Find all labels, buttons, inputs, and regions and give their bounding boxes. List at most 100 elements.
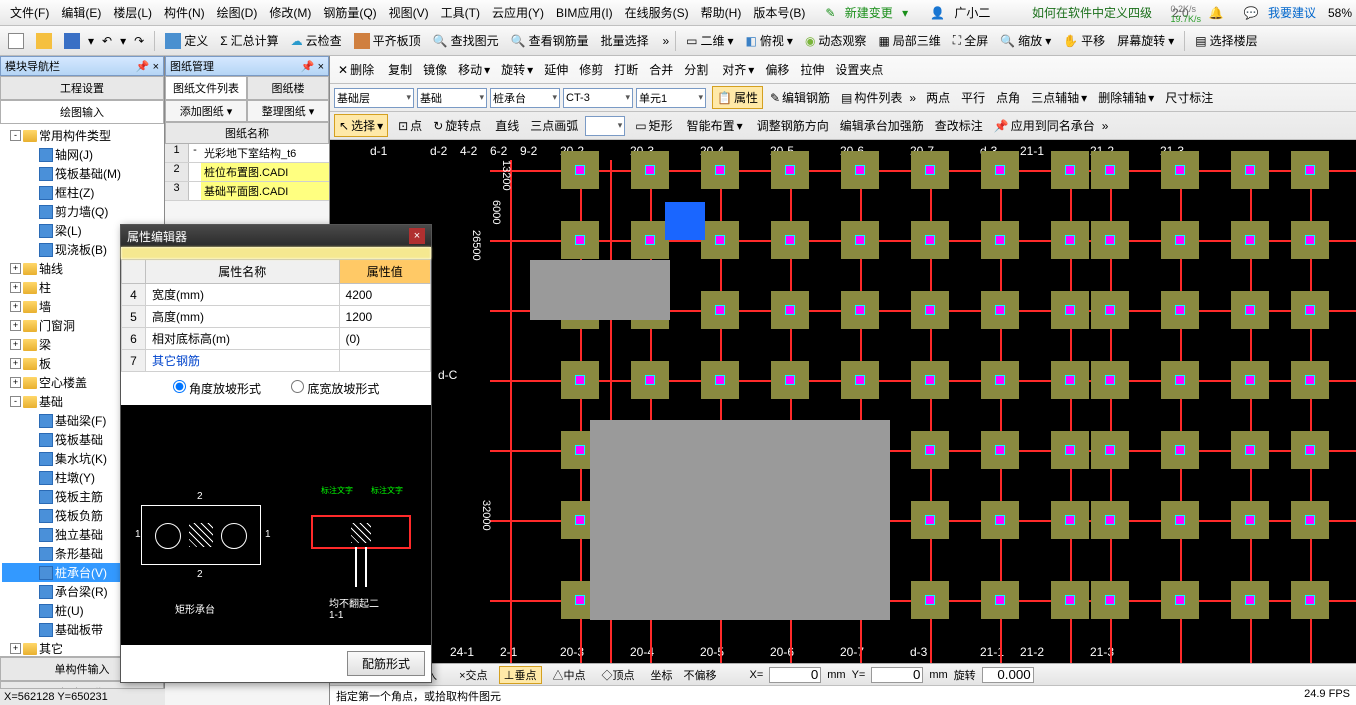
rebar-form-button[interactable]: 配筋形式 [347, 651, 425, 676]
add-drawing-button[interactable]: 添加图纸 ▾ [165, 100, 247, 122]
props-button[interactable]: 📋属性 [712, 86, 763, 109]
smart-button[interactable]: 智能布置▾ [683, 115, 747, 136]
y-input[interactable] [871, 667, 923, 683]
setpt-button[interactable]: 设置夹点 [831, 59, 887, 80]
sort-drawing-button[interactable]: 整理图纸 ▾ [247, 100, 329, 122]
twopt-button[interactable]: 两点 [922, 87, 954, 108]
rect-button[interactable]: ▭矩形 [631, 115, 676, 136]
drawing-row[interactable]: 3基础平面图.CADI [165, 182, 329, 201]
view2d-button[interactable]: ▭二维▾ [682, 30, 737, 51]
pin-icon[interactable]: 📌 × [301, 60, 324, 73]
tree-item[interactable]: 框柱(Z) [2, 183, 162, 202]
menu-cloud[interactable]: 云应用(Y) [486, 4, 550, 21]
selfloor-button[interactable]: ▤选择楼层 [1191, 30, 1261, 51]
merge-button[interactable]: 合并 [645, 59, 677, 80]
cat-combo[interactable]: 基础 [417, 88, 487, 108]
menu-tools[interactable]: 工具(T) [435, 4, 486, 21]
tree-item[interactable]: 剪力墙(Q) [2, 202, 162, 221]
close-icon[interactable]: × [409, 228, 425, 244]
adjdir-button[interactable]: 调整钢筋方向 [753, 115, 833, 136]
nav-tab-draw[interactable]: 绘图输入 [0, 100, 164, 124]
x-input[interactable] [769, 667, 821, 683]
menu-file[interactable]: 文件(F) [4, 4, 55, 21]
viewnote-button[interactable]: 查改标注 [931, 115, 987, 136]
notify-icon[interactable]: 🔔 [1203, 6, 1230, 20]
line-button[interactable]: 直线 [491, 115, 523, 136]
layer-combo[interactable]: 基础层 [334, 88, 414, 108]
menu-bim[interactable]: BIM应用(I) [550, 4, 619, 21]
tree-item[interactable]: 轴网(J) [2, 145, 162, 164]
menu-component[interactable]: 构件(N) [158, 4, 211, 21]
property-title[interactable]: 属性编辑器 × [121, 225, 431, 247]
menu-rebar[interactable]: 钢筋量(Q) [317, 4, 382, 21]
select-button[interactable]: ↖选择▾ [334, 114, 388, 137]
rotpt-button[interactable]: ↻旋转点 [429, 115, 485, 136]
new-change-button[interactable]: ✎ 新建变更 ▾ [819, 4, 914, 21]
drawing-row[interactable]: 2桩位布置图.CADI [165, 163, 329, 182]
arc3-button[interactable]: 三点画弧 [526, 115, 582, 136]
radio-width[interactable]: 底宽放坡形式 [291, 380, 379, 397]
dynobs-button[interactable]: ◉动态观察 [801, 30, 871, 51]
drawing-row[interactable]: 1-光彩地下室结构_t6 [165, 144, 329, 163]
drawing-canvas[interactable]: d-1d-24-26-29-220-220-320-420-520-620-7d… [330, 140, 1356, 663]
open-button[interactable] [32, 31, 56, 51]
arc-combo[interactable] [585, 116, 625, 136]
intersect-button[interactable]: ×交点 [454, 666, 492, 684]
menu-view[interactable]: 视图(V) [383, 4, 435, 21]
screenrot-button[interactable]: 屏幕旋转▾ [1113, 30, 1178, 51]
new-button[interactable] [4, 31, 28, 51]
menu-help[interactable]: 帮助(H) [695, 4, 748, 21]
sum-calc-button[interactable]: Σ 汇总计算 [216, 30, 282, 51]
drawing-list[interactable]: 1-光彩地下室结构_t62桩位布置图.CADI3基础平面图.CADI [165, 144, 329, 201]
help-tip[interactable]: 如何在软件中定义四级 [1026, 4, 1158, 21]
find-elem-button[interactable]: 🔍查找图元 [429, 30, 503, 51]
local3d-button[interactable]: ▦局部三维 [874, 30, 944, 51]
view-rebar-button[interactable]: 🔍查看钢筋量 [507, 30, 593, 51]
property-row[interactable]: 4宽度(mm)4200 [122, 284, 431, 306]
ptangle-button[interactable]: 点角 [992, 87, 1024, 108]
move-button[interactable]: 移动▾ [454, 59, 494, 80]
dimlabel-button[interactable]: 尺寸标注 [1161, 87, 1217, 108]
name-combo[interactable]: CT-3 [563, 88, 633, 108]
drawtab-files[interactable]: 图纸文件列表 [165, 76, 247, 100]
rotate-button[interactable]: 旋转▾ [497, 59, 537, 80]
radio-angle[interactable]: 角度放坡形式 [173, 380, 261, 397]
property-row[interactable]: 6相对底标高(m)(0) [122, 328, 431, 350]
copy-button[interactable]: 复制 [384, 59, 416, 80]
menu-modify[interactable]: 修改(M) [263, 4, 317, 21]
rot-input[interactable] [982, 667, 1034, 683]
menu-edit[interactable]: 编辑(E) [55, 4, 107, 21]
drawtab-floors[interactable]: 图纸楼 [247, 76, 329, 100]
threeaux-button[interactable]: 三点辅轴▾ [1027, 87, 1091, 108]
vertex-button[interactable]: ◇顶点 [597, 666, 640, 684]
point-button[interactable]: ⊡点 [394, 115, 426, 136]
pin-icon[interactable]: 📌 × [136, 60, 159, 73]
editrebar-button[interactable]: ✎编辑钢筋 [766, 87, 834, 108]
offset-button[interactable]: 偏移 [761, 59, 793, 80]
align-button[interactable]: 对齐▾ [718, 59, 758, 80]
property-row[interactable]: 7其它钢筋 [122, 350, 431, 372]
break-button[interactable]: 打断 [610, 59, 642, 80]
nav-tab-settings[interactable]: 工程设置 [0, 76, 164, 100]
stretch-button[interactable]: 拉伸 [796, 59, 828, 80]
type-combo[interactable]: 桩承台 [490, 88, 560, 108]
editrein-button[interactable]: 编辑承台加强筋 [836, 115, 928, 136]
flat-top-button[interactable]: 平齐板顶 [350, 30, 425, 51]
undo-button[interactable]: ↶ [98, 32, 116, 50]
parallel-button[interactable]: 平行 [957, 87, 989, 108]
menu-online[interactable]: 在线服务(S) [619, 4, 695, 21]
trim-button[interactable]: 修剪 [575, 59, 607, 80]
define-button[interactable]: 定义 [161, 30, 212, 51]
elemlist-button[interactable]: ▤构件列表 [837, 87, 906, 108]
perp-button[interactable]: ⊥垂点 [499, 666, 542, 684]
menu-draw[interactable]: 绘图(D) [211, 4, 264, 21]
mirror-button[interactable]: 镜像 [419, 59, 451, 80]
batch-select-button[interactable]: 批量选择 [597, 30, 653, 51]
delete-button[interactable]: ✕删除 [334, 59, 378, 80]
split-button[interactable]: 分割 [680, 59, 712, 80]
tree-item[interactable]: 筏板基础(M) [2, 164, 162, 183]
mid-button[interactable]: △中点 [548, 666, 591, 684]
menu-floor[interactable]: 楼层(L) [107, 4, 158, 21]
tree-item[interactable]: -常用构件类型 [2, 126, 162, 145]
applysame-button[interactable]: 📌应用到同名承台 [990, 115, 1099, 136]
